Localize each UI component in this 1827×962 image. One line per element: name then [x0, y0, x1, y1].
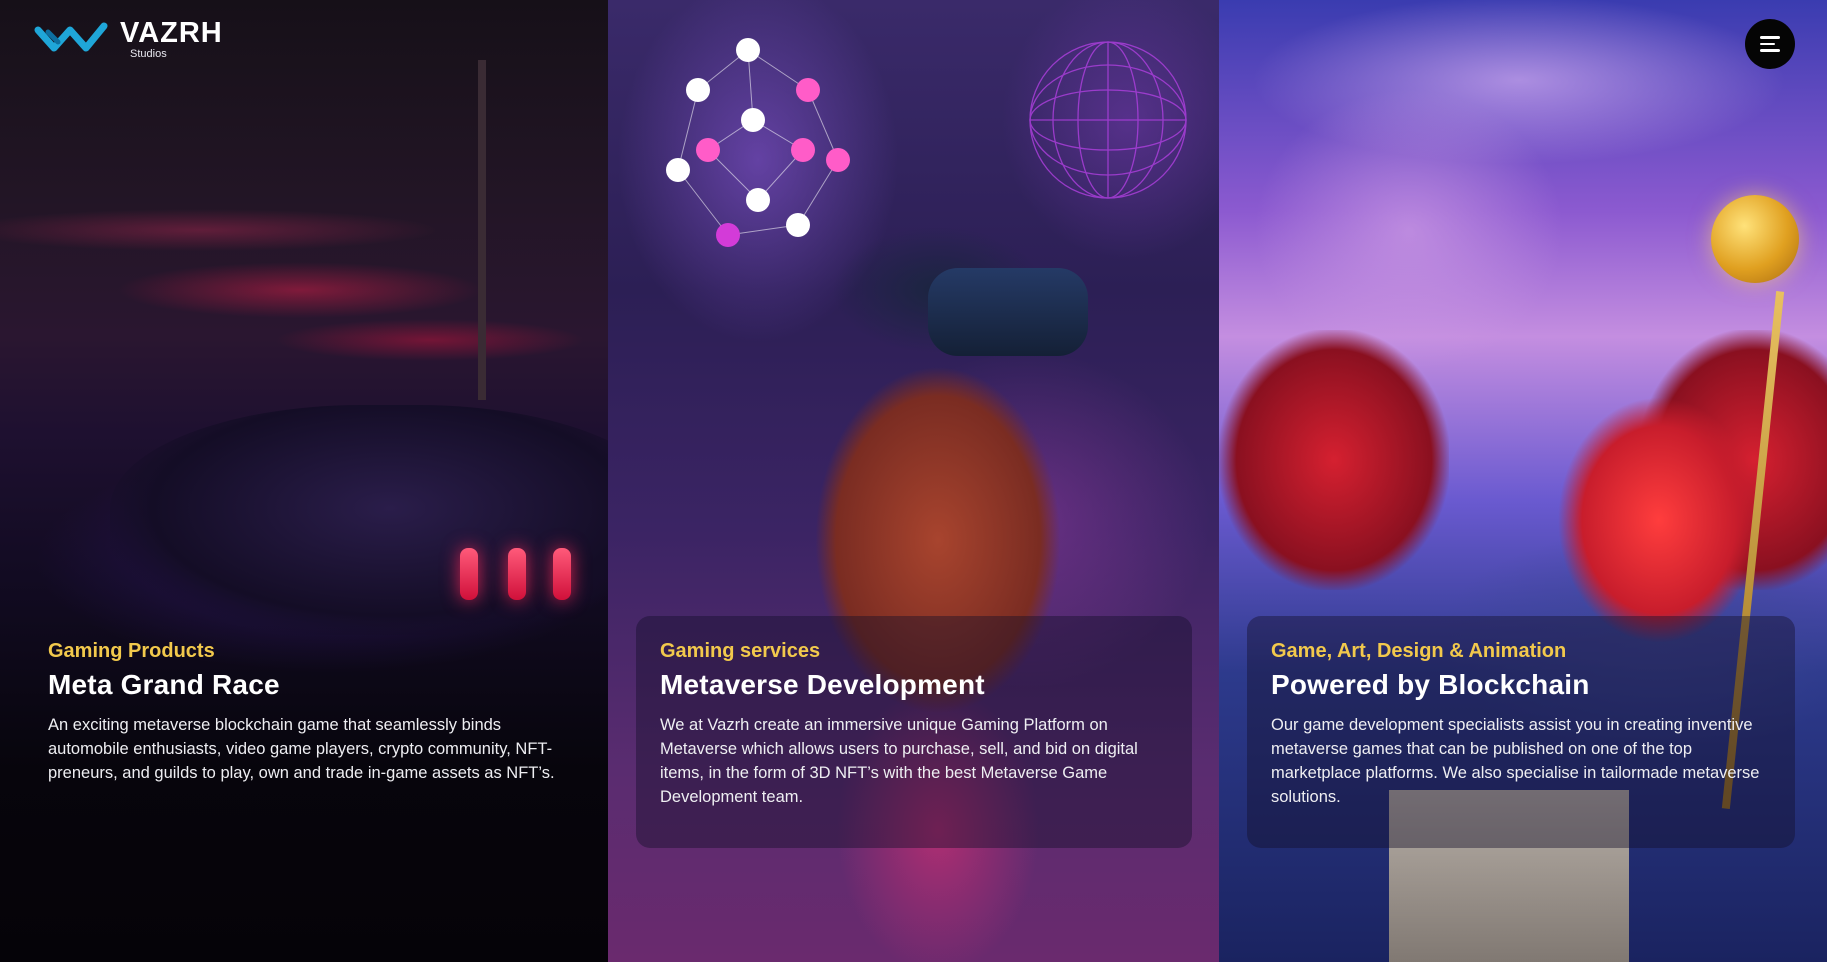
panel-powered-by-blockchain[interactable]: Game, Art, Design & Animation Powered by… — [1219, 0, 1827, 962]
brand-subtitle: Studios — [130, 48, 167, 60]
vazrh-logo-icon — [34, 22, 108, 52]
brand-name: VAZRH — [120, 17, 223, 49]
hamburger-icon-line — [1760, 49, 1780, 52]
panel-card: Gaming services Metaverse Development We… — [636, 616, 1192, 848]
panel-description: We at Vazrh create an immersive unique G… — [660, 716, 1138, 806]
panel-card: Game, Art, Design & Animation Powered by… — [1247, 616, 1795, 848]
demon-wing-decor — [1219, 330, 1449, 590]
golden-ball-icon — [1711, 195, 1799, 283]
brand-logo[interactable]: VAZRH Studios — [34, 17, 223, 60]
panel-title: Powered by Blockchain — [1271, 669, 1590, 700]
panel-eyebrow: Gaming services — [660, 640, 821, 662]
tail-light-decor — [460, 548, 478, 600]
hamburger-icon — [1760, 36, 1780, 39]
panel-description: Our game development specialists assist … — [1271, 716, 1760, 806]
panel-eyebrow: Gaming Products — [48, 640, 215, 662]
panel-meta-grand-race[interactable]: Gaming Products Meta Grand Race An excit… — [0, 0, 608, 962]
panel-metaverse-development[interactable]: Gaming services Metaverse Development We… — [608, 0, 1219, 962]
vr-headset-decor — [928, 268, 1088, 356]
hamburger-icon-line — [1760, 42, 1775, 46]
panel-eyebrow: Game, Art, Design & Animation — [1271, 640, 1567, 662]
tail-light-decor — [508, 548, 526, 600]
panel-card: Gaming Products Meta Grand Race An excit… — [24, 616, 584, 848]
wireframe-globe-icon — [1029, 41, 1187, 199]
panel-description: An exciting metaverse blockchain game th… — [48, 716, 555, 782]
feature-panels: Gaming Products Meta Grand Race An excit… — [0, 0, 1827, 962]
panel-title: Meta Grand Race — [48, 669, 280, 700]
tail-light-decor — [553, 548, 571, 600]
panel-title: Metaverse Development — [660, 669, 985, 700]
menu-button[interactable] — [1745, 19, 1795, 69]
car-image — [110, 405, 608, 635]
street-pole-decor — [478, 60, 486, 400]
